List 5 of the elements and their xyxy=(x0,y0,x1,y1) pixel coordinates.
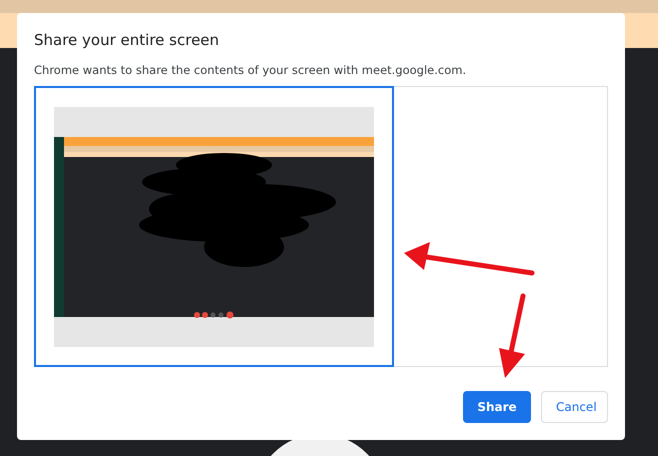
dialog-title: Share your entire screen xyxy=(34,31,220,51)
dialog-message: Chrome wants to share the contents of your screen with meet.google.com. xyxy=(34,63,468,77)
cancel-button[interactable]: Cancel xyxy=(541,391,608,423)
screen-source-tile[interactable] xyxy=(34,86,394,367)
share-button[interactable]: Share xyxy=(463,391,531,423)
